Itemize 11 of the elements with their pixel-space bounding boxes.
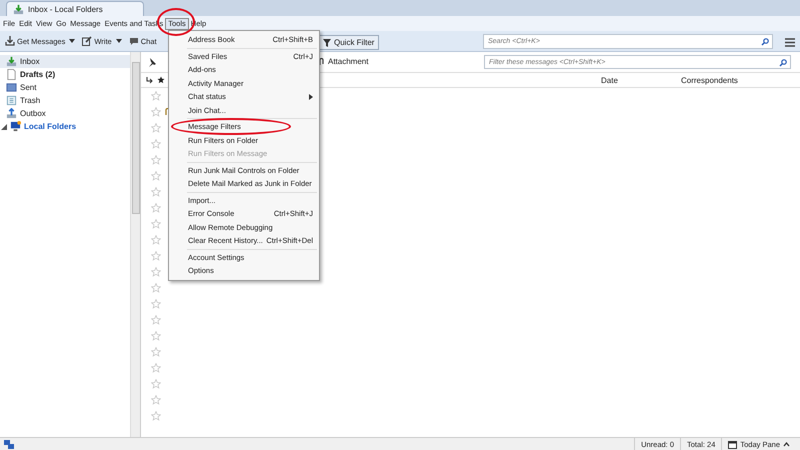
folder-item[interactable]: Drafts (2) xyxy=(0,68,130,81)
folder-item[interactable]: Inbox xyxy=(0,55,130,68)
window-tab[interactable]: Inbox - Local Folders xyxy=(6,1,144,16)
folder-item[interactable]: Outbox xyxy=(0,107,130,120)
column-header[interactable]: Date xyxy=(601,76,618,85)
folder-item[interactable]: Trash xyxy=(0,94,130,107)
folder-item[interactable]: Sent xyxy=(0,81,130,94)
folder-item[interactable]: Local Folders xyxy=(0,120,130,133)
column-header[interactable]: Correspondents xyxy=(681,76,738,85)
quick-filter-button[interactable]: Quick Filter xyxy=(318,35,380,50)
attachment-filter[interactable]: Attachment xyxy=(318,57,368,66)
